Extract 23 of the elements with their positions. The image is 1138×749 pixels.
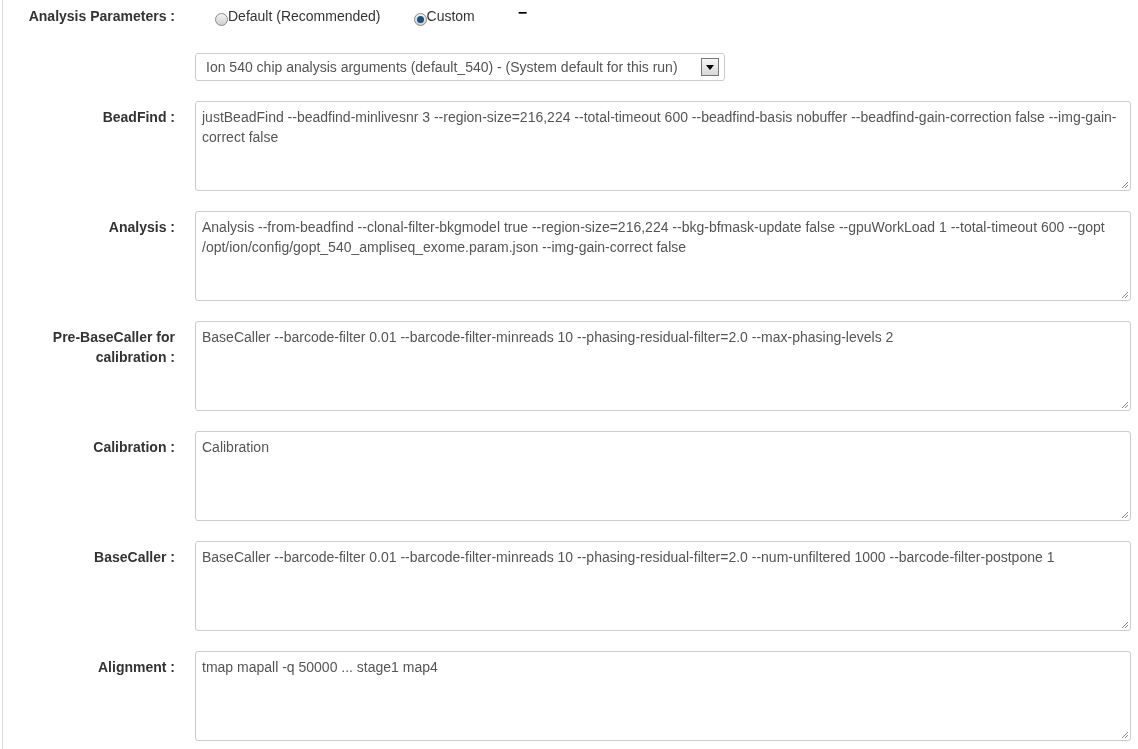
text-area[interactable]: justBeadFind --beadfind-minlivesnr 3 --region-size=216,224 --total-timeout 600 --beadfind-basis nobuffer --beadfind-gain-correction false --img-gain-correct false [195, 101, 1131, 191]
radio-option[interactable]: Custom [413, 6, 475, 27]
text-area[interactable]: BaseCaller --barcode-filter 0.01 --barcode-filter-minreads 10 --phasing-residual-filter=2.0 --max-phasing-levels 2 [195, 321, 1131, 411]
resize-handle-icon[interactable] [1121, 511, 1129, 519]
resize-handle-icon[interactable] [1121, 731, 1129, 739]
field-label: Pre-BaseCaller for calibration : [51, 328, 175, 367]
radio-option[interactable]: Default (Recommended) [215, 6, 381, 27]
text-area[interactable]: tmap mapall -q 50000 ... stage1 map4 [195, 651, 1131, 741]
field-label: BaseCaller : [93, 548, 175, 567]
text-area[interactable]: Calibration [195, 431, 1131, 521]
text-area[interactable]: BaseCaller --barcode-filter 0.01 --barcode-filter-minreads 10 --phasing-residual-filter=2.0 --num-unfiltered 1000 --barcode-filter-postpone 1 [195, 541, 1131, 631]
resize-handle-icon[interactable] [1121, 401, 1129, 409]
resize-handle-icon[interactable] [1121, 621, 1129, 629]
field-label: Alignment : [97, 658, 175, 677]
resize-handle-icon[interactable] [1121, 291, 1129, 299]
field-label: Analysis Parameters : [27, 7, 175, 26]
collapse-toggle[interactable]: − [517, 6, 528, 20]
preset-select[interactable]: Ion 540 chip analysis arguments (default_540) - (System default for this run) [195, 53, 725, 81]
field-label: Analysis : [107, 218, 175, 237]
resize-handle-icon[interactable] [1121, 181, 1129, 189]
text-area[interactable]: Analysis --from-beadfind --clonal-filter-bkgmodel true --region-size=216,224 --bkg-bfmask-update false --gpuWorkLoad 1 --total-timeout 600 --gopt /opt/ion/config/gopt_540_ampliseq_exome.param.json --img-gain-correct false [195, 211, 1131, 301]
field-label: Calibration : [92, 438, 175, 457]
field-label: BeadFind : [101, 108, 175, 127]
